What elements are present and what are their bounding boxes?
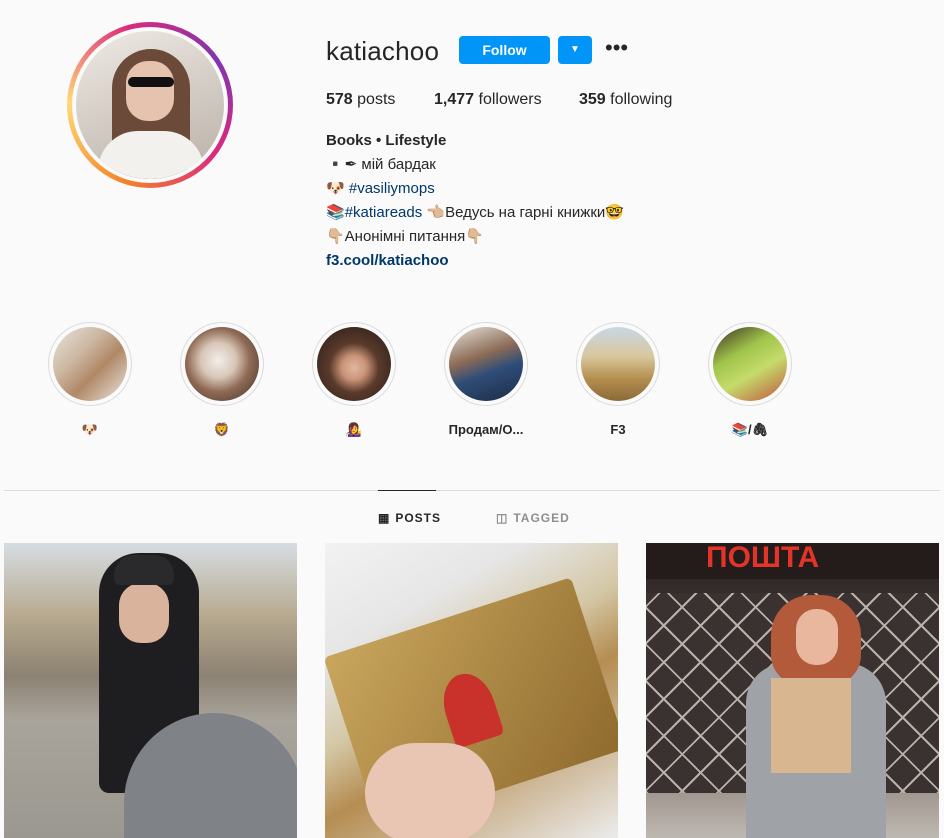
highlight-label: 📚/🖇 — [731, 422, 769, 437]
post-thumbnail[interactable] — [325, 543, 618, 838]
highlight-ring — [312, 322, 396, 406]
highlight-cover-book — [449, 327, 523, 401]
highlight-label: Продам/О... — [448, 422, 524, 437]
post-envelope — [771, 678, 851, 773]
highlight-ring — [444, 322, 528, 406]
active-tab-indicator — [378, 490, 436, 491]
highlight-cover-selfie — [317, 327, 391, 401]
profile-avatar[interactable] — [67, 22, 233, 188]
dog-emoji: 🐶 — [326, 180, 345, 197]
following-count-label: following — [610, 91, 673, 108]
bio-line-1: ▪️✒ мій бардак — [326, 156, 436, 173]
highlight-cover-baby — [185, 327, 259, 401]
followers-count-value: 1,477 — [434, 91, 475, 108]
highlight-item[interactable]: 👩‍🎤 — [310, 322, 398, 438]
suggested-dropdown-button[interactable]: ▼ — [558, 36, 592, 64]
bio-line-3: 📚#katiareads 👈🏼Ведусь на гарні книжки🤓 — [326, 201, 624, 225]
highlight-item[interactable]: 🦁 — [178, 322, 266, 438]
highlight-ring — [180, 322, 264, 406]
posts-count-label: posts — [357, 91, 396, 108]
avatar-glasses — [128, 77, 174, 87]
avatar-face — [126, 61, 174, 121]
post-thumbnail[interactable] — [4, 543, 297, 838]
post-face — [119, 583, 169, 643]
highlight-item[interactable]: 🐶 — [46, 322, 134, 438]
books-emoji: 📚 — [326, 204, 345, 221]
highlight-label: 🐶 — [81, 422, 99, 437]
avatar-photo — [76, 31, 224, 179]
profile-username: katiachoo — [326, 36, 440, 66]
followers-count[interactable]: 1,477 followers — [434, 91, 542, 109]
followers-count-label: followers — [478, 91, 542, 108]
bio-external-link[interactable]: f3.cool/katiachoo — [326, 249, 449, 273]
post-hand — [365, 743, 495, 838]
highlight-cover-books — [713, 327, 787, 401]
avatar-ring-gap — [72, 27, 228, 183]
follow-button[interactable]: Follow — [459, 36, 550, 64]
bio-line-2: 🐶 #vasiliymops — [326, 177, 435, 201]
bio-line-3-text: 👈🏼Ведусь на гарні книжки🤓 — [426, 204, 624, 221]
highlight-ring — [576, 322, 660, 406]
more-options-icon[interactable]: ••• — [605, 37, 629, 62]
highlight-label: F3 — [610, 422, 626, 437]
tab-tagged-label: TAGGED — [513, 511, 570, 525]
post-sign-text: ПОШТА — [706, 543, 820, 574]
avatar-sweater — [98, 131, 204, 179]
grid-icon: ▦ — [378, 511, 391, 525]
highlight-item[interactable]: F3 — [574, 322, 662, 437]
tagged-user-icon: ◫ — [496, 511, 509, 525]
bio-name: Books • Lifestyle — [326, 132, 447, 149]
posts-count: 578 posts — [326, 91, 395, 109]
following-count[interactable]: 359 following — [579, 91, 672, 109]
highlight-label: 🦁 — [213, 422, 231, 437]
chevron-down-icon: ▼ — [570, 44, 580, 55]
hashtag-katiareads[interactable]: #katiareads — [345, 204, 423, 221]
highlight-ring — [48, 322, 132, 406]
bio-line-4: 👇🏼Анонімні питання👇🏼 — [326, 228, 484, 245]
tab-posts[interactable]: ▦ POSTS — [378, 511, 441, 525]
profile-tabs-divider — [4, 490, 940, 491]
post-thumbnail[interactable]: ПОШТА — [646, 543, 939, 838]
posts-count-value: 578 — [326, 91, 353, 108]
tab-tagged[interactable]: ◫ TAGGED — [496, 511, 570, 525]
highlight-item[interactable]: Продам/О... — [442, 322, 530, 437]
highlight-cover-pug — [53, 327, 127, 401]
post-hat — [114, 555, 174, 585]
tab-posts-label: POSTS — [395, 511, 442, 525]
highlight-item[interactable]: 📚/🖇 — [706, 322, 794, 438]
highlight-cover-field — [581, 327, 655, 401]
post-face-front — [796, 609, 838, 665]
hashtag-vasiliymops[interactable]: #vasiliymops — [349, 180, 435, 197]
highlight-label: 👩‍🎤 — [345, 422, 363, 437]
highlight-ring — [708, 322, 792, 406]
following-count-value: 359 — [579, 91, 606, 108]
